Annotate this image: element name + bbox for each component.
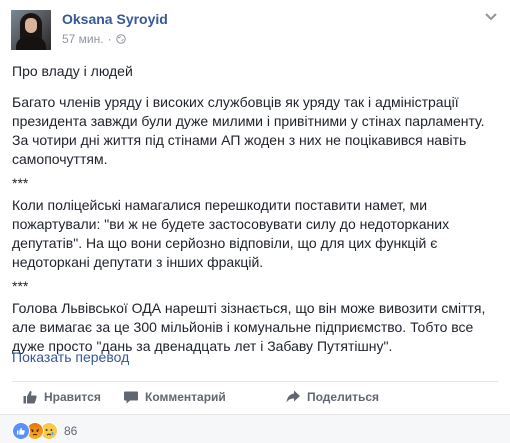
like-label: Нравится [44, 390, 101, 404]
facebook-post: Oksana Syroyid 57 мин. · Про владу і люд… [0, 0, 510, 443]
post-time[interactable]: 57 мин. [62, 32, 104, 46]
translate-link[interactable]: Показать перевод [12, 349, 129, 365]
post-content: Про владу і людей Багато членів уряду і … [12, 62, 500, 368]
divider [12, 381, 498, 382]
post-header: Oksana Syroyid 57 мин. · [0, 0, 510, 56]
like-icon [12, 422, 30, 440]
thumbs-up-icon [23, 390, 37, 404]
post-paragraph: Багато членів уряду і високих службовців… [12, 94, 485, 167]
post-paragraph: Голова Львівської ОДА нарешті зізнається… [12, 300, 486, 354]
section-separator: *** [12, 278, 29, 294]
reactions-bar: 86 [0, 414, 510, 443]
meta-separator: · [107, 32, 112, 46]
author-name[interactable]: Oksana Syroyid [62, 11, 168, 27]
comment-label: Комментарий [145, 390, 226, 404]
reactions-summary[interactable]: 86 [12, 422, 77, 440]
action-bar: Нравится Комментарий Поделиться [12, 384, 498, 410]
post-meta: 57 мин. · [62, 32, 126, 46]
share-label: Поделиться [307, 390, 380, 404]
chevron-down-icon[interactable] [484, 12, 498, 22]
reactions-count: 86 [64, 424, 78, 438]
comment-icon [124, 391, 138, 404]
comment-button[interactable]: Комментарий [123, 389, 226, 405]
share-button[interactable]: Поделиться [285, 389, 379, 405]
post-title: Про владу і людей [12, 63, 133, 79]
share-icon [286, 390, 300, 403]
author-avatar[interactable] [11, 10, 51, 50]
like-button[interactable]: Нравится [22, 389, 101, 405]
globe-icon [115, 34, 126, 44]
section-separator: *** [12, 175, 29, 191]
post-paragraph: Коли поліцейські намагалися перешкодити … [12, 197, 450, 270]
